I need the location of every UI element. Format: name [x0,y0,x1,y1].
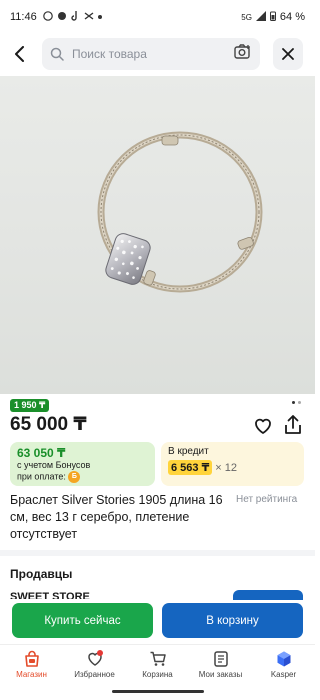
seller-select-button[interactable] [233,590,303,600]
notification-icons [42,10,102,24]
home-indicator[interactable] [112,690,204,693]
camera-search-icon[interactable] [234,43,252,65]
add-to-cart-button[interactable]: В корзину [162,603,303,638]
rating-status[interactable]: Нет рейтинга [236,494,297,505]
search-input[interactable]: Поиск товара [42,38,260,70]
tiktok-icon [71,10,80,24]
battery-level: 64 % [279,11,305,23]
search-header: Поиск товара [0,36,315,72]
nav-item-favorites[interactable]: Избранное [63,645,126,684]
nav-item-cart[interactable]: Корзина [126,645,189,684]
nav-item-kasper[interactable]: Kasper [252,645,315,684]
credit-card-offer[interactable]: В кредит 6 563 ₸ × 12 [161,442,304,486]
status-bar: 11:46 5G 64 % [0,0,315,34]
search-placeholder: Поиск товара [72,47,147,61]
bonus-caption-1: с учетом Бонусов [17,460,91,470]
kasper-icon [277,651,290,667]
shop-icon [24,650,39,667]
nav-label-orders: Мои заказы [198,670,243,679]
bonus-caption-2: при оплате: [17,471,66,482]
capcut-icon [84,11,94,24]
nav-label-shop: Магазин [16,670,47,679]
bonus-coin-icon: Б [68,471,81,483]
network-label: 5G [241,12,252,22]
pagination-dot-active [292,401,295,404]
nav-label-favorites: Избранное [74,670,115,679]
bonus-price-card[interactable]: 63 050 ₸ с учетом Бонусов при оплате: Б [10,442,155,486]
bracelet-photo [97,131,263,293]
credit-row: 6 563 ₸ × 12 [168,460,297,475]
status-left: 11:46 [10,10,102,24]
bonus-price: 63 050 ₸ [17,446,66,460]
seller-name[interactable]: SWEET STORE [10,591,90,599]
messenger-icon [42,10,53,24]
heart-icon [255,418,271,434]
status-right: 5G 64 % [241,10,305,24]
whatsapp-icon [57,11,67,24]
product-image-gallery[interactable] [0,76,315,394]
credit-term: × 12 [215,461,237,474]
back-button[interactable] [0,36,40,72]
image-pagination [292,401,301,404]
orders-icon [213,651,228,667]
pagination-dot [298,401,301,404]
battery-icon [269,11,276,24]
close-icon [282,48,294,60]
signal-icon [255,10,266,24]
search-icon [50,47,64,61]
nav-item-orders[interactable]: Мои заказы [189,645,252,684]
credit-monthly-amount: 6 563 ₸ [168,460,213,475]
status-time: 11:46 [10,11,37,23]
nav-label-kasper: Kasper [270,670,297,679]
bottom-navigation: Магазин Избранное Корзина Мои заказы Kas… [0,644,315,684]
sellers-heading: Продавцы [10,567,73,581]
notification-dot [97,650,104,656]
share-icon [285,415,301,434]
nav-label-cart: Корзина [142,670,173,679]
credit-title: В кредит [168,446,209,457]
add-to-favorites-button[interactable] [253,416,273,436]
product-title: Браслет Silver Stories 1905 длина 16 см,… [10,493,223,541]
share-button[interactable] [283,414,303,436]
product-price: 65 000 ₸ [10,414,87,435]
bonus-caption-row: при оплате: Б [17,471,148,483]
nav-item-shop[interactable]: Магазин [0,645,63,684]
cart-icon [150,651,166,666]
more-notifications-icon [97,15,102,19]
buy-now-button[interactable]: Купить сейчас [12,603,153,638]
section-divider [0,550,315,556]
close-search-button[interactable] [273,38,303,70]
discount-badge: 1 950 ₸ [10,399,50,412]
back-arrow-icon [15,46,24,62]
